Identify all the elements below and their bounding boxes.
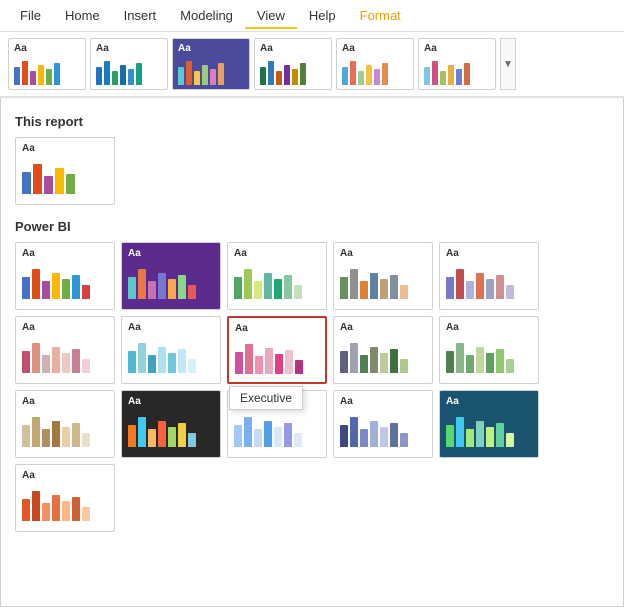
this-report-theme-card[interactable]: Aa: [15, 137, 115, 205]
toolbar-theme-3-label: Aa: [178, 43, 244, 54]
toolbar-theme-6-label: Aa: [424, 43, 490, 54]
pbi-theme-2[interactable]: Aa: [121, 242, 221, 310]
themes-panel: This report Aa Power BI Aa: [0, 98, 624, 607]
toolbar-theme-5-label: Aa: [342, 43, 408, 54]
pbi-theme-1[interactable]: Aa: [15, 242, 115, 310]
pbi-theme-5[interactable]: Aa: [439, 242, 539, 310]
menu-format[interactable]: Format: [348, 2, 413, 29]
toolbar-theme-6-bars: [424, 57, 490, 85]
toolbar-theme-3[interactable]: Aa: [172, 38, 250, 90]
power-bi-themes-grid: Aa Aa Aa: [15, 242, 609, 532]
toolbar-theme-5-bars: [342, 57, 408, 85]
pbi-theme-14[interactable]: Aa: [333, 390, 433, 458]
this-report-title: This report: [15, 114, 609, 129]
menu-modeling[interactable]: Modeling: [168, 2, 245, 29]
menu-insert[interactable]: Insert: [112, 2, 169, 29]
toolbar-theme-6[interactable]: Aa: [418, 38, 496, 90]
pbi-theme-3[interactable]: Aa: [227, 242, 327, 310]
toolbar-theme-5[interactable]: Aa: [336, 38, 414, 90]
menu-view[interactable]: View: [245, 2, 297, 29]
toolbar-theme-2-label: Aa: [96, 43, 162, 54]
pbi-theme-executive[interactable]: Aa Executive: [227, 316, 327, 384]
pbi-theme-9[interactable]: Aa: [333, 316, 433, 384]
themes-toolbar: Aa Aa Aa: [0, 32, 624, 98]
menu-bar: File Home Insert Modeling View Help Form…: [0, 0, 624, 32]
power-bi-title: Power BI: [15, 219, 609, 234]
toolbar-theme-2-bars: [96, 57, 162, 85]
pbi-theme-11[interactable]: Aa: [15, 390, 115, 458]
pbi-theme-16[interactable]: Aa: [15, 464, 115, 532]
pbi-theme-15[interactable]: Aa: [439, 390, 539, 458]
pbi-theme-10[interactable]: Aa: [439, 316, 539, 384]
menu-file[interactable]: File: [8, 2, 53, 29]
this-report-card-label: Aa: [22, 143, 108, 154]
toolbar-theme-1-bars: [14, 57, 80, 85]
pbi-theme-4[interactable]: Aa: [333, 242, 433, 310]
menu-home[interactable]: Home: [53, 2, 112, 29]
toolbar-theme-1[interactable]: Aa: [8, 38, 86, 90]
pbi-theme-12[interactable]: Aa: [121, 390, 221, 458]
this-report-themes: Aa: [15, 137, 609, 205]
this-report-card-bars: [22, 158, 108, 194]
menu-help[interactable]: Help: [297, 2, 348, 29]
pbi-theme-7[interactable]: Aa: [121, 316, 221, 384]
toolbar-theme-4[interactable]: Aa: [254, 38, 332, 90]
toolbar-theme-4-bars: [260, 57, 326, 85]
pbi-theme-6[interactable]: Aa: [15, 316, 115, 384]
toolbar-theme-4-label: Aa: [260, 43, 326, 54]
toolbar-theme-2[interactable]: Aa: [90, 38, 168, 90]
toolbar-scroll-button[interactable]: ▼: [500, 38, 516, 90]
toolbar-theme-1-label: Aa: [14, 43, 80, 54]
executive-tooltip: Executive: [229, 386, 303, 410]
toolbar-theme-3-bars: [178, 57, 244, 85]
